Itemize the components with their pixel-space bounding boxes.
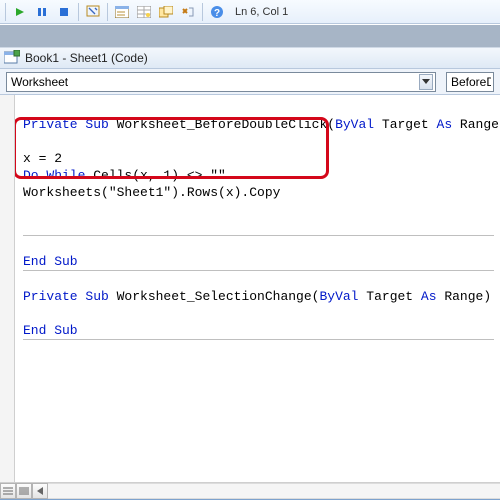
code-editor[interactable]: Private Sub Worksheet_BeforeDoubleClick(… xyxy=(15,95,500,482)
stop-icon[interactable] xyxy=(54,2,74,22)
toolbar-sep xyxy=(5,3,6,21)
procedure-separator xyxy=(23,270,494,271)
code-keyword: Private Sub xyxy=(23,117,109,132)
mdi-background xyxy=(0,24,500,47)
properties-icon[interactable] xyxy=(134,2,154,22)
code-keyword: End Sub xyxy=(23,323,78,338)
cursor-position: Ln 6, Col 1 xyxy=(235,6,288,18)
code-window-title: Book1 - Sheet1 (Code) xyxy=(25,51,148,65)
toolbar-sep xyxy=(107,3,108,21)
object-dropdown[interactable]: Worksheet xyxy=(6,72,436,92)
code-keyword: Do While xyxy=(23,168,85,183)
toolbox-icon[interactable] xyxy=(178,2,198,22)
code-keyword: Private Sub xyxy=(23,289,109,304)
code-keyword: As xyxy=(437,117,453,132)
help-icon[interactable]: ? xyxy=(207,2,227,22)
code-text: Worksheet_SelectionChange( xyxy=(109,289,320,304)
margin-indicator-bar[interactable] xyxy=(0,95,15,482)
code-text: Cells(x, 1) <> "" xyxy=(85,168,225,183)
code-text: Target xyxy=(358,289,420,304)
toolbar-sep xyxy=(202,3,203,21)
chevron-down-icon[interactable] xyxy=(419,74,433,90)
procedure-separator xyxy=(23,339,494,340)
procedure-dropdown[interactable]: BeforeDo xyxy=(446,72,494,92)
object-dropdown-value: Worksheet xyxy=(11,75,68,89)
code-text: x = 2 xyxy=(23,151,62,166)
code-text: Worksheet_BeforeDoubleClick( xyxy=(109,117,335,132)
code-window-icon xyxy=(4,50,20,67)
code-dropdown-row: Worksheet BeforeDo xyxy=(0,69,500,95)
svg-text:?: ? xyxy=(214,8,220,19)
toolbar: ? Ln 6, Col 1 xyxy=(0,0,500,24)
code-text: Worksheets("Sheet1").Rows(x).Copy xyxy=(23,185,280,200)
code-area: Private Sub Worksheet_BeforeDoubleClick(… xyxy=(0,95,500,482)
code-window-titlebar[interactable]: Book1 - Sheet1 (Code) xyxy=(0,47,500,69)
code-keyword: ByVal xyxy=(319,289,358,304)
design-mode-icon[interactable] xyxy=(83,2,103,22)
horizontal-scrollbar[interactable] xyxy=(0,482,500,499)
scroll-track[interactable] xyxy=(48,483,500,499)
view-full-module-icon[interactable] xyxy=(16,483,32,499)
code-keyword: ByVal xyxy=(335,117,374,132)
view-procedure-icon[interactable] xyxy=(0,483,16,499)
code-keyword: As xyxy=(421,289,437,304)
continue-icon[interactable] xyxy=(10,2,30,22)
project-explorer-icon[interactable] xyxy=(112,2,132,22)
code-keyword: End Sub xyxy=(23,254,78,269)
procedure-separator xyxy=(23,235,494,236)
procedure-dropdown-value: BeforeDo xyxy=(451,75,491,89)
code-text: Range) xyxy=(437,289,492,304)
scroll-left-icon[interactable] xyxy=(32,483,48,499)
code-text: Target xyxy=(374,117,436,132)
pause-icon[interactable] xyxy=(32,2,52,22)
object-browser-icon[interactable] xyxy=(156,2,176,22)
code-text: Range, xyxy=(452,117,500,132)
toolbar-sep xyxy=(78,3,79,21)
